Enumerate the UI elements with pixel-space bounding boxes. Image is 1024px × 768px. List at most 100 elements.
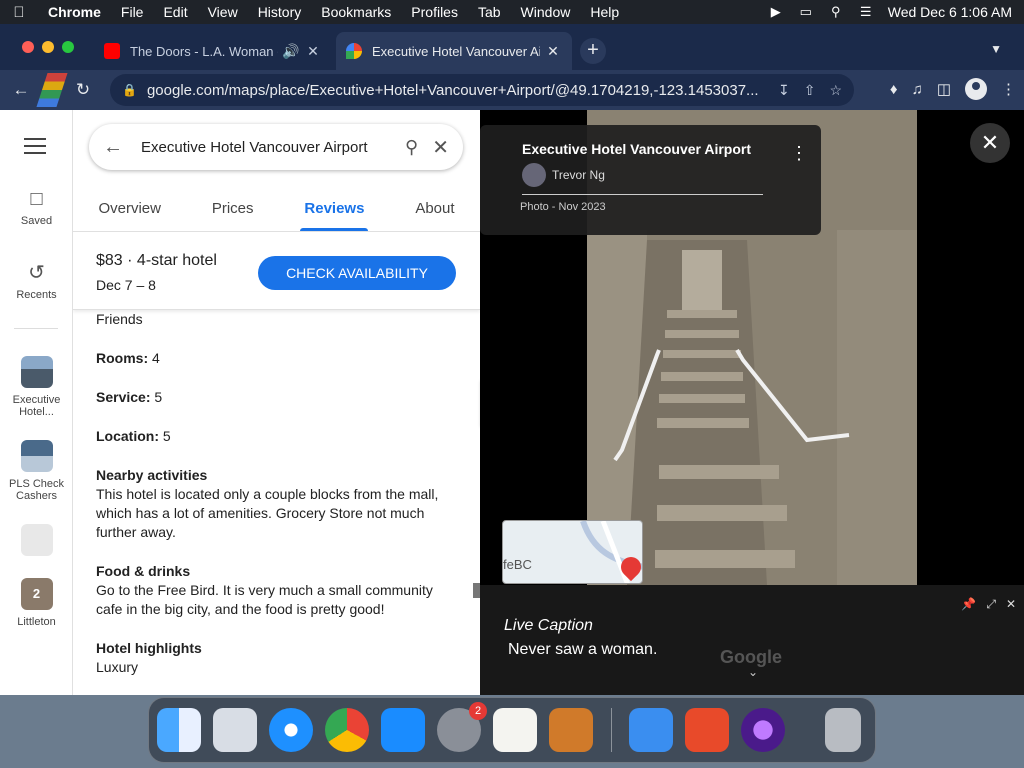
hamburger-menu-icon[interactable] [24, 138, 46, 159]
close-window-button[interactable] [22, 41, 34, 53]
service-value: 5 [150, 389, 163, 405]
menu-profiles[interactable]: Profiles [401, 4, 468, 20]
saved-button[interactable]: □ Saved [0, 188, 73, 227]
search-input[interactable]: Executive Hotel Vancouver Airport [141, 139, 391, 156]
control-center-icon[interactable]: ☰ [858, 4, 874, 19]
close-caption-icon[interactable]: ✕ [1006, 597, 1016, 612]
author-avatar [522, 163, 546, 187]
recent-place-littleton[interactable]: 2 Littleton [0, 578, 73, 628]
nearby-activities: Nearby activities This hotel is located … [96, 466, 456, 542]
clear-search-icon[interactable]: ✕ [432, 135, 449, 160]
menu-history[interactable]: History [248, 4, 312, 20]
extensions-puzzle-icon[interactable]: ♦ [890, 81, 898, 98]
safari-icon[interactable] [269, 708, 313, 752]
tor-browser-icon[interactable] [741, 708, 785, 752]
side-panel-icon[interactable]: ◫ [937, 80, 951, 98]
screen-mirror-icon[interactable]: ▭ [798, 4, 814, 19]
tab-google-maps[interactable]: Executive Hotel Vancouver Air ✕ [336, 32, 572, 70]
garageband-icon[interactable] [549, 708, 593, 752]
address-bar[interactable]: 🔒 google.com/maps/place/Executive+Hotel+… [110, 74, 854, 106]
speaker-icon[interactable]: 🔊 [282, 43, 300, 60]
recent-place-pls[interactable]: PLS Check Cashers [0, 440, 73, 502]
new-tab-button[interactable]: + [580, 38, 606, 64]
author-name: Trevor Ng [552, 168, 605, 182]
launchpad-icon[interactable] [213, 708, 257, 752]
place-tabs: Overview Prices Reviews About [73, 190, 480, 232]
tab-about[interactable]: About [415, 190, 454, 231]
finder-icon[interactable] [157, 708, 201, 752]
chevron-down-icon[interactable]: ⌄ [748, 665, 758, 679]
dock-separator [611, 708, 612, 752]
photo-place-title[interactable]: Executive Hotel Vancouver Airport [522, 141, 751, 157]
trip-type: Friends [96, 311, 143, 327]
info-divider [522, 194, 763, 195]
place-thumbnail [20, 356, 53, 388]
menu-view[interactable]: View [198, 4, 248, 20]
profile-avatar-icon[interactable] [965, 78, 987, 100]
live-caption-title: Live Caption [504, 617, 593, 634]
photo-author[interactable]: Trevor Ng [522, 163, 605, 187]
recent-place-executive-hotel[interactable]: Executive Hotel... [0, 356, 73, 418]
weather-icon[interactable] [629, 708, 673, 752]
menu-app-name[interactable]: Chrome [38, 4, 111, 20]
settings-badge: 2 [469, 702, 487, 720]
spotlight-search-icon[interactable]: ⚲ [828, 4, 844, 19]
play-icon[interactable]: ▶ [768, 4, 784, 19]
minimap-thumbnail[interactable]: feBC [502, 520, 643, 584]
tab-reviews[interactable]: Reviews [300, 190, 369, 231]
back-arrow-icon[interactable]: ← [103, 136, 123, 159]
chevron-down-icon[interactable]: ▼ [990, 42, 1002, 56]
menu-window[interactable]: Window [511, 4, 581, 20]
remote-desktop-icon[interactable] [685, 708, 729, 752]
install-app-icon[interactable]: ↧ [778, 82, 790, 99]
menu-edit[interactable]: Edit [153, 4, 197, 20]
photo-viewer: Executive Hotel Vancouver Airport Trevor… [480, 110, 1024, 695]
search-icon[interactable]: ⚲ [405, 137, 418, 158]
chrome-icon[interactable] [325, 708, 369, 752]
menu-help[interactable]: Help [580, 4, 629, 20]
menu-tab[interactable]: Tab [468, 4, 511, 20]
menu-file[interactable]: File [111, 4, 154, 20]
more-options-icon[interactable]: ⋮ [790, 143, 808, 164]
trash-icon[interactable] [825, 708, 861, 752]
food-text: Go to the Free Bird. It is very much a s… [96, 582, 433, 617]
share-icon[interactable]: ⇧ [804, 82, 816, 99]
lock-icon[interactable]: 🔒 [122, 83, 137, 97]
panel-scrollbar[interactable] [473, 583, 480, 598]
check-availability-button[interactable]: CHECK AVAILABILITY [258, 256, 456, 290]
service-rating: Service: 5 [96, 388, 456, 407]
location-rating: Location: 5 [96, 427, 456, 446]
expand-caption-icon[interactable]: ⤢ [986, 597, 996, 612]
apple-menu-icon[interactable]:  [0, 4, 38, 21]
menu-bookmarks[interactable]: Bookmarks [311, 4, 401, 20]
textedit-icon[interactable] [493, 708, 537, 752]
recents-button[interactable]: ↺ Recents [0, 260, 73, 301]
photo-info-card: Executive Hotel Vancouver Airport Trevor… [480, 125, 821, 235]
tab-prices[interactable]: Prices [212, 190, 254, 231]
zoom-window-button[interactable] [62, 41, 74, 53]
app-store-icon[interactable] [381, 708, 425, 752]
reload-icon[interactable]: ↻ [68, 80, 98, 100]
location-value: 5 [159, 428, 171, 444]
close-viewer-button[interactable]: ✕ [970, 123, 1010, 163]
rooms-rating: Rooms: 4 [96, 349, 456, 368]
minimize-window-button[interactable] [42, 41, 54, 53]
maps-search-box[interactable]: ← Executive Hotel Vancouver Airport ⚲ ✕ [89, 124, 463, 170]
close-tab-icon[interactable]: ✕ [544, 43, 562, 60]
kebab-menu-icon[interactable]: ⋮ [1001, 80, 1016, 98]
pin-caption-icon[interactable]: 📌 [961, 597, 976, 612]
menu-clock[interactable]: Wed Dec 6 1:06 AM [888, 4, 1012, 20]
date-range[interactable]: Dec 7 – 8 [96, 277, 156, 293]
photo-date: Photo - Nov 2023 [520, 201, 606, 213]
recent-place-unnamed[interactable] [0, 524, 73, 562]
tab-youtube[interactable]: The Doors - L.A. Woman ( 🔊 ✕ [94, 32, 332, 70]
url-text[interactable]: google.com/maps/place/Executive+Hotel+Va… [147, 82, 778, 99]
media-controls-icon[interactable]: ♫ [912, 81, 923, 98]
back-arrow-icon[interactable]: ← [6, 80, 36, 100]
close-tab-icon[interactable]: ✕ [304, 43, 322, 60]
macos-menu-bar:  Chrome File Edit View History Bookmark… [0, 0, 1024, 24]
bookmark-star-icon[interactable]: ☆ [829, 82, 842, 99]
place-label: Littleton [17, 616, 56, 628]
tab-overview[interactable]: Overview [98, 190, 161, 231]
live-caption-text: Never saw a woman. [508, 641, 658, 658]
